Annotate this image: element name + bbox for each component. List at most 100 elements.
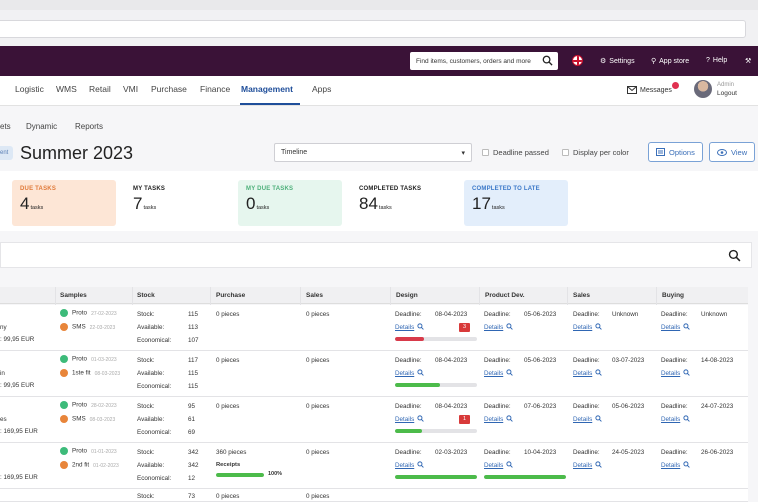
sales-value: 0 pieces: [306, 493, 330, 500]
details-link[interactable]: Details: [573, 369, 603, 378]
search-icon: [417, 415, 425, 424]
deadline-date: Unknown: [701, 311, 728, 318]
task-card[interactable]: COMPLETED TO LATE 17tasks: [464, 180, 568, 226]
col-design: Design: [396, 292, 418, 299]
task-card-label: COMPLETED TO LATE: [472, 186, 540, 192]
search-icon: [683, 461, 691, 470]
display-per-color-checkbox[interactable]: Display per color: [562, 148, 629, 157]
task-card[interactable]: COMPLETED TASKS 84tasks: [351, 180, 455, 226]
col-buying: Buying: [662, 292, 685, 299]
details-link[interactable]: Details: [484, 461, 514, 470]
sample-status-icon: [60, 401, 68, 409]
sample-date: 28-02-2023: [91, 402, 117, 409]
app-store-link[interactable]: ⚲ App store: [651, 57, 689, 66]
sample-item[interactable]: SMS 08-03-2023: [60, 415, 115, 423]
sales-value: 0 pieces: [306, 311, 330, 318]
details-link[interactable]: Details: [573, 323, 603, 332]
messages-link[interactable]: Messages: [627, 86, 672, 94]
view-select[interactable]: Timeline ▾: [274, 143, 472, 162]
details-label: Details: [661, 416, 681, 424]
deadline-date: 02-03-2023: [435, 449, 468, 456]
details-link[interactable]: Details: [573, 461, 603, 470]
nav-retail[interactable]: Retail: [89, 84, 111, 94]
view-button[interactable]: View: [709, 142, 756, 162]
stock-value: 113: [188, 324, 199, 331]
phase-progress: [395, 337, 477, 341]
details-label: Details: [484, 324, 504, 332]
details-link[interactable]: Details: [484, 415, 514, 424]
stock-label: Available:: [137, 324, 165, 331]
search-icon: [683, 369, 691, 378]
sample-name: SMS: [72, 415, 86, 423]
nav-management[interactable]: Management: [241, 84, 293, 94]
deadline-passed-checkbox[interactable]: Deadline passed: [482, 148, 549, 157]
details-link[interactable]: Details: [573, 415, 603, 424]
details-link[interactable]: Details: [661, 323, 691, 332]
sample-item[interactable]: Proto 27-02-2023: [60, 309, 117, 317]
stock-label: Stock:: [137, 449, 155, 456]
col-sales-phase: Sales: [573, 292, 590, 299]
deadline-label: Deadline:: [484, 357, 511, 364]
task-card[interactable]: DUE TASKS 4tasks: [12, 180, 116, 226]
language-flag-icon[interactable]: [572, 55, 583, 66]
logout-link[interactable]: Logout: [717, 90, 737, 97]
deadline-label: Deadline:: [484, 311, 511, 318]
deadline-label: Deadline:: [395, 449, 422, 456]
stock-value: 115: [188, 383, 199, 390]
subtab-reports[interactable]: Reports: [75, 122, 103, 131]
task-card-count: 4: [20, 194, 30, 213]
deadline-date: 14-08-2023: [701, 357, 734, 364]
task-card[interactable]: MY TASKS 7tasks: [125, 180, 229, 226]
sample-item[interactable]: Proto 01-01-2023: [60, 447, 117, 455]
help-link[interactable]: ? Help: [706, 57, 727, 64]
details-label: Details: [573, 324, 593, 332]
details-link[interactable]: Details: [395, 323, 425, 332]
sample-item[interactable]: 1ste fit 08-03-2023: [60, 369, 120, 377]
stock-label: Economical:: [137, 337, 172, 344]
details-link[interactable]: Details: [661, 461, 691, 470]
task-card[interactable]: MY DUE TASKS 0tasks: [238, 180, 342, 226]
deadline-label: Deadline:: [573, 311, 600, 318]
nav-finance[interactable]: Finance: [200, 84, 230, 94]
address-bar[interactable]: [0, 20, 746, 38]
search-icon: [506, 369, 514, 378]
phase-progress: [484, 475, 566, 479]
sales-value: 0 pieces: [306, 403, 330, 410]
sample-item[interactable]: 2nd fit 01-02-2023: [60, 461, 119, 469]
subtab-sets[interactable]: ets: [0, 122, 11, 131]
subtab-dynamic[interactable]: Dynamic: [26, 122, 57, 131]
nav-wms[interactable]: WMS: [56, 84, 77, 94]
settings-link[interactable]: ⚙ Settings: [600, 57, 635, 66]
checkbox-box: [562, 149, 569, 156]
details-link[interactable]: Details: [484, 323, 514, 332]
details-link[interactable]: Details: [395, 461, 425, 470]
phase-progress-fill: [484, 475, 566, 479]
nav-purchase[interactable]: Purchase: [151, 84, 187, 94]
nav-apps[interactable]: Apps: [312, 84, 331, 94]
phase-progress-fill: [395, 475, 477, 479]
details-link[interactable]: Details: [661, 369, 691, 378]
deadline-label: Deadline:: [484, 449, 511, 456]
eye-icon: [717, 148, 727, 156]
global-search-input[interactable]: Find items, customers, orders and more: [410, 52, 558, 70]
options-button[interactable]: Options: [648, 142, 703, 162]
details-link[interactable]: Details: [395, 369, 425, 378]
table-search-bar[interactable]: [0, 242, 752, 268]
nav-vmi[interactable]: VMI: [123, 84, 138, 94]
details-link[interactable]: Details: [484, 369, 514, 378]
sample-item[interactable]: Proto 01-03-2023: [60, 355, 117, 363]
purchase-value: 0 pieces: [216, 403, 240, 410]
details-link[interactable]: Details: [661, 415, 691, 424]
sample-item[interactable]: Proto 28-02-2023: [60, 401, 117, 409]
task-card-unit: tasks: [378, 205, 392, 211]
tools-icon[interactable]: ⚒: [745, 57, 751, 65]
details-label: Details: [395, 324, 415, 332]
nav-logistic[interactable]: Logistic: [15, 84, 44, 94]
sample-date: 01-01-2023: [91, 448, 117, 455]
purchase-value: 0 pieces: [216, 311, 240, 318]
task-card-label: DUE TASKS: [20, 186, 57, 192]
details-link[interactable]: Details: [395, 415, 425, 424]
sample-item[interactable]: SMS 22-03-2023: [60, 323, 115, 331]
avatar[interactable]: [694, 80, 712, 98]
sample-date: 01-03-2023: [91, 356, 117, 363]
